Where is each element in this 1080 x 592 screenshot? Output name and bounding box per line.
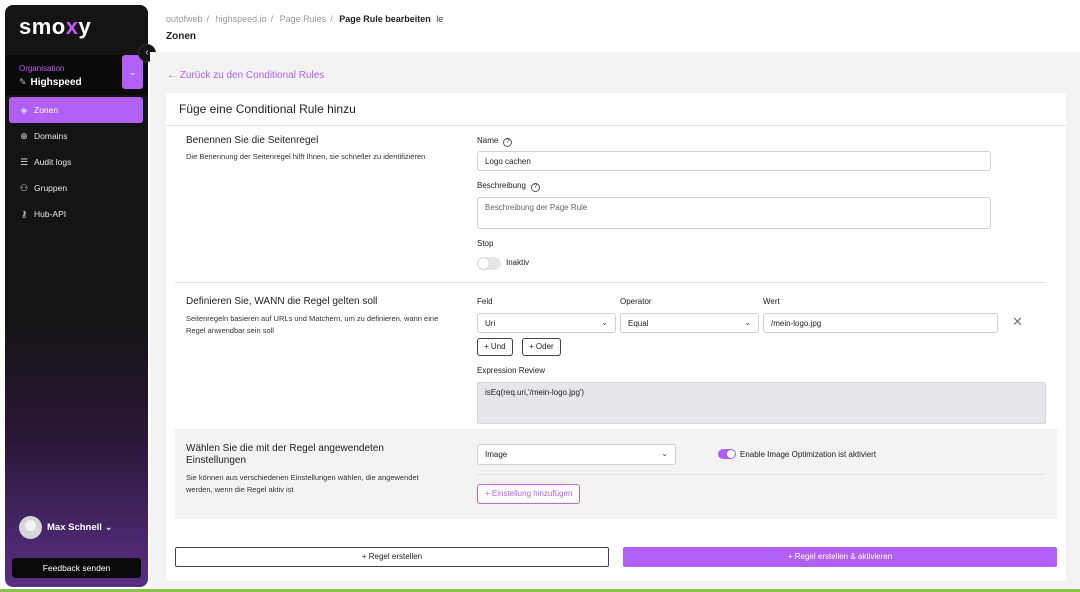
chevron-down-icon: ⌄: [744, 318, 751, 327]
expression-label: Expression Review: [477, 366, 546, 375]
sidebar-item-domains[interactable]: ⊕ Domains: [9, 123, 143, 149]
sidebar-item-gruppen[interactable]: ⚇ Gruppen: [9, 175, 143, 201]
divider: [477, 474, 1045, 475]
help-icon[interactable]: ?: [503, 138, 513, 147]
field-label: Feld: [477, 297, 493, 306]
globe-icon: ⊕: [20, 130, 28, 141]
chevron-down-icon: ⌄: [661, 449, 668, 458]
breadcrumb-item[interactable]: Page Rules: [280, 14, 327, 24]
organization-switcher[interactable]: Organisation ✎ Highspeed ⌄: [5, 55, 148, 95]
create-rule-button[interactable]: + Regel erstellen: [175, 547, 609, 567]
when-section-title: Definieren Sie, WANN die Regel gelten so…: [186, 296, 378, 307]
add-or-button[interactable]: + Oder: [522, 338, 561, 356]
expression-review: isEq(req.uri,'/mein-logo.jpg'): [477, 382, 1046, 424]
breadcrumb-tail: le: [436, 14, 444, 24]
sidebar-item-audit-logs[interactable]: ☰ Audit logs: [9, 149, 143, 175]
user-menu[interactable]: Max Schnell ⌄: [19, 516, 113, 539]
key-icon: ⚷: [20, 208, 28, 219]
name-input[interactable]: Logo cachen: [477, 151, 991, 171]
operator-select[interactable]: Equal ⌄: [620, 313, 759, 333]
back-link[interactable]: ← Zurück zu den Conditional Rules: [167, 70, 324, 81]
help-icon[interactable]: ?: [530, 183, 540, 192]
name-section-title: Benennen Sie die Seitenregel: [186, 135, 319, 146]
sidebar: smoxy Organisation ✎ Highspeed ⌄ ◈ Zonen ⊕…: [5, 5, 148, 587]
chevron-down-icon: ⌄: [104, 522, 113, 533]
chevron-down-icon[interactable]: ⌄: [122, 55, 143, 89]
sidebar-nav: ◈ Zonen ⊕ Domains ☰ Audit logs ⚇ Gruppen ⚷ Hu…: [9, 97, 143, 227]
stop-toggle[interactable]: [477, 257, 501, 270]
users-icon: ⚇: [19, 182, 29, 193]
breadcrumb-item[interactable]: outofweb: [166, 14, 203, 24]
name-label: Name?: [477, 136, 513, 147]
settings-section-title: Wählen Sie die mit der Regel angewendete…: [186, 443, 384, 466]
divider: [175, 282, 1046, 283]
settings-section: Wählen Sie die mit der Regel angewendete…: [175, 429, 1057, 519]
create-and-activate-button[interactable]: + Regel erstellen & aktivieren: [623, 547, 1057, 567]
feedback-button[interactable]: Feedback senden: [12, 558, 141, 578]
card-header: Füge eine Conditional Rule hinzu: [166, 93, 1066, 126]
image-optimization-toggle[interactable]: [718, 449, 736, 459]
add-and-button[interactable]: + Und: [477, 338, 513, 356]
stop-label: Stop: [477, 239, 494, 248]
operator-label: Operator: [620, 297, 652, 306]
org-label: Organisation: [19, 64, 65, 73]
breadcrumb: outofweb / highspeed.io / Page Rules / Page…: [166, 14, 444, 24]
smoxy-logo[interactable]: smoxy: [19, 14, 91, 40]
image-optimization-label: Enable Image Optimization ist aktiviert: [740, 450, 877, 459]
layers-icon: ◈: [20, 104, 28, 115]
setting-select[interactable]: Image ⌄: [477, 444, 676, 465]
settings-section-description: Sie können aus verschiedenen Einstellung…: [186, 473, 419, 494]
pencil-icon: ✎: [19, 77, 27, 87]
user-name: Max Schnell ⌄: [47, 522, 113, 533]
arrow-left-icon: ←: [167, 70, 177, 81]
value-input[interactable]: /mein-logo.jpg: [763, 313, 998, 333]
chevron-down-icon: ⌄: [601, 318, 608, 327]
list-icon: ☰: [19, 156, 29, 167]
org-name: ✎ Highspeed: [19, 77, 82, 88]
description-textarea[interactable]: Beschreibung der Page Rule: [477, 197, 991, 229]
add-setting-button[interactable]: + Einstellung hinzufügen: [477, 484, 581, 504]
description-label: Beschreibung?: [477, 181, 540, 192]
stop-state-label: Inaktiv: [506, 258, 530, 267]
value-label: Wert: [763, 297, 780, 306]
breadcrumb-current: Page Rule bearbeiten: [339, 14, 431, 24]
page-title: Zonen: [166, 31, 196, 42]
sidebar-item-zonen[interactable]: ◈ Zonen: [9, 97, 143, 123]
when-section-description: Seitenregeln basieren auf URLs und Match…: [186, 314, 439, 335]
field-select[interactable]: Uri ⌄: [477, 313, 616, 333]
sidebar-item-hub-api[interactable]: ⚷ Hub-API: [9, 201, 143, 227]
name-section-description: Die Benennung der Seitenregel hilft Ihne…: [186, 152, 426, 161]
card-title: Füge eine Conditional Rule hinzu: [179, 102, 356, 116]
close-icon[interactable]: ✕: [1012, 314, 1023, 330]
rule-form-card: Füge eine Conditional Rule hinzu Benenne…: [166, 93, 1066, 581]
breadcrumb-item[interactable]: highspeed.io: [216, 14, 267, 24]
avatar: [19, 516, 42, 539]
